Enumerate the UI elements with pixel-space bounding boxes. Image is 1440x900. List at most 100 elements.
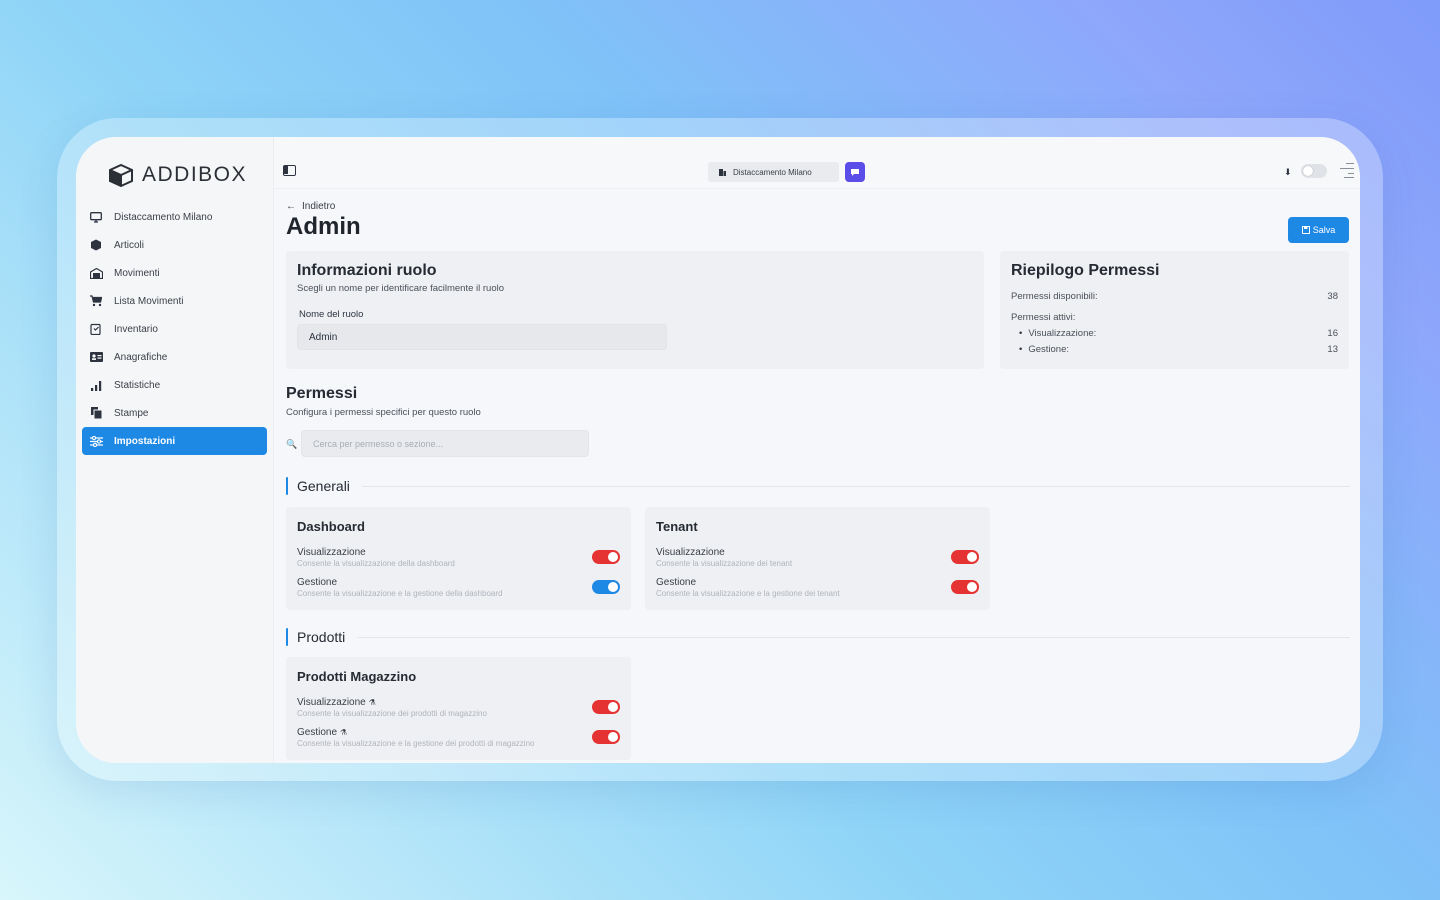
permission-name-text: Gestione [297,727,338,738]
sidebar-item-label: Movimenti [114,267,160,279]
summary-available-row: Permessi disponibili: 38 [1011,291,1338,302]
permission-card-title: Tenant [656,519,698,534]
sidebar-item-stampe[interactable]: Stampe [82,399,267,427]
permission-toggle[interactable] [951,580,979,594]
bar-chart-icon [89,378,103,392]
sidebar-item-statistiche[interactable]: Statistiche [82,371,267,399]
permission-card-tenant: Tenant Visualizzazione Consente la visua… [645,507,990,610]
save-button[interactable]: Salva [1288,217,1349,243]
permission-name: Gestione [656,577,697,588]
sliders-icon [89,434,103,448]
summary-active-label: Permessi attivi: [1011,312,1076,323]
permission-row-manage: Gestione ⚗ Consente la visualizzazione e… [297,727,620,748]
copy-icon [89,406,103,420]
sidebar-item-label: Statistiche [114,379,161,391]
back-link[interactable]: ← Indietro [286,201,335,212]
search-icon: 🔍 [286,439,298,449]
permission-name-text: Visualizzazione [297,697,366,708]
sidebar-toggle-icon[interactable] [283,165,296,176]
brand-logo[interactable]: ADDIBOX [108,163,247,187]
permission-name: Visualizzazione [656,547,725,558]
sidebar-item-label: Inventario [114,323,158,335]
permissions-title: Permessi [286,385,358,402]
topbar: Distaccamento Milano ⬇ [274,137,1360,189]
section-header-generali: Generali [286,476,1350,496]
sidebar-item-label: Articoli [114,239,145,251]
role-info-subtitle: Scegli un nome per identificare facilmen… [297,283,504,294]
sidebar-item-lista-movimenti[interactable]: Lista Movimenti [82,287,267,315]
permission-card-title: Prodotti Magazzino [297,669,417,684]
summary-available-label: Permessi disponibili: [1011,291,1098,302]
sidebar-item-articoli[interactable]: Articoli [82,231,267,259]
role-name-input[interactable] [297,324,667,350]
section-title: Prodotti [297,629,346,645]
permission-row-view: Visualizzazione Consente la visualizzazi… [656,547,979,568]
section-title: Generali [297,478,350,494]
id-card-icon [89,350,103,364]
permission-toggle[interactable] [592,550,620,564]
permission-description: Consente la visualizzazione e la gestion… [297,739,535,748]
flask-icon: ⚗ [340,728,348,737]
summary-available-value: 38 [1327,291,1338,302]
permission-name: Visualizzazione [297,547,366,558]
clipboard-icon [89,322,103,336]
permission-description: Consente la visualizzazione e la gestion… [656,589,840,598]
building-icon [719,168,726,176]
sidebar-item-inventario[interactable]: Inventario [82,315,267,343]
summary-manage-label: Gestione: [1019,344,1069,355]
permission-name: Visualizzazione ⚗ [297,697,620,708]
location-selector[interactable]: Distaccamento Milano [708,162,839,182]
section-divider [361,485,1350,487]
sidebar-item-label: Anagrafiche [114,351,168,363]
location-name: Distaccamento Milano [733,167,812,177]
permission-row-view: Visualizzazione Consente la visualizzazi… [297,547,620,568]
summary-view-value: 16 [1327,328,1338,339]
permission-row-view: Visualizzazione ⚗ Consente la visualizza… [297,697,620,718]
permission-card-prodotti-magazzino: Prodotti Magazzino Visualizzazione ⚗ Con… [286,657,631,760]
permission-card-dashboard: Dashboard Visualizzazione Consente la vi… [286,507,631,610]
page-title: Admin [286,213,361,240]
sidebar-item-label: Impostazioni [114,435,176,447]
permission-toggle[interactable] [592,580,620,594]
role-name-label: Nome del ruolo [299,309,364,320]
section-header-prodotti: Prodotti [286,627,1350,647]
section-divider [357,636,1350,638]
summary-active-row: Permessi attivi: [1011,312,1338,323]
cube-logo-icon [109,163,133,187]
back-label: Indietro [302,201,336,212]
floppy-disk-icon [1301,226,1310,234]
summary-view-label: Visualizzazione: [1019,328,1096,339]
chat-button[interactable] [845,162,865,182]
summary-manage-value: 13 [1327,344,1338,355]
summary-manage-row: Gestione: 13 [1019,344,1338,355]
permission-toggle[interactable] [592,730,620,744]
permission-toggle[interactable] [592,700,620,714]
role-info-card: Informazioni ruolo Scegli un nome per id… [286,251,984,369]
brand-name: ADDIBOX [142,163,248,186]
sidebar-item-distaccamento[interactable]: Distaccamento Milano [82,203,267,231]
sidebar-item-label: Distaccamento Milano [114,211,213,223]
warehouse-icon [89,266,103,280]
permission-name: Gestione ⚗ [297,727,620,738]
sidebar-item-label: Lista Movimenti [114,295,184,307]
summary-title: Riepilogo Permessi [1011,262,1160,279]
permission-description: Consente la visualizzazione della dashbo… [297,559,455,568]
summary-view-row: Visualizzazione: 16 [1019,328,1338,339]
permission-toggle[interactable] [951,550,979,564]
cart-icon [89,294,103,308]
sidebar-nav: Distaccamento Milano Articoli Movimenti … [82,203,267,455]
permission-name: Gestione [297,577,338,588]
section-accent [286,628,288,646]
app-window: ADDIBOX Distaccamento Milano Articoli Mo… [76,137,1360,763]
permission-search-input[interactable] [301,430,589,457]
download-icon[interactable]: ⬇ [1284,167,1292,178]
monitor-icon [89,210,103,224]
menu-icon[interactable] [1340,161,1354,179]
permission-row-manage: Gestione Consente la visualizzazione e l… [297,577,620,598]
sidebar-item-impostazioni[interactable]: Impostazioni [82,427,267,455]
theme-toggle[interactable] [1301,164,1327,178]
permissions-summary-card: Riepilogo Permessi Permessi disponibili:… [1000,251,1349,369]
sidebar-item-anagrafiche[interactable]: Anagrafiche [82,343,267,371]
sidebar: ADDIBOX Distaccamento Milano Articoli Mo… [76,137,274,763]
sidebar-item-movimenti[interactable]: Movimenti [82,259,267,287]
